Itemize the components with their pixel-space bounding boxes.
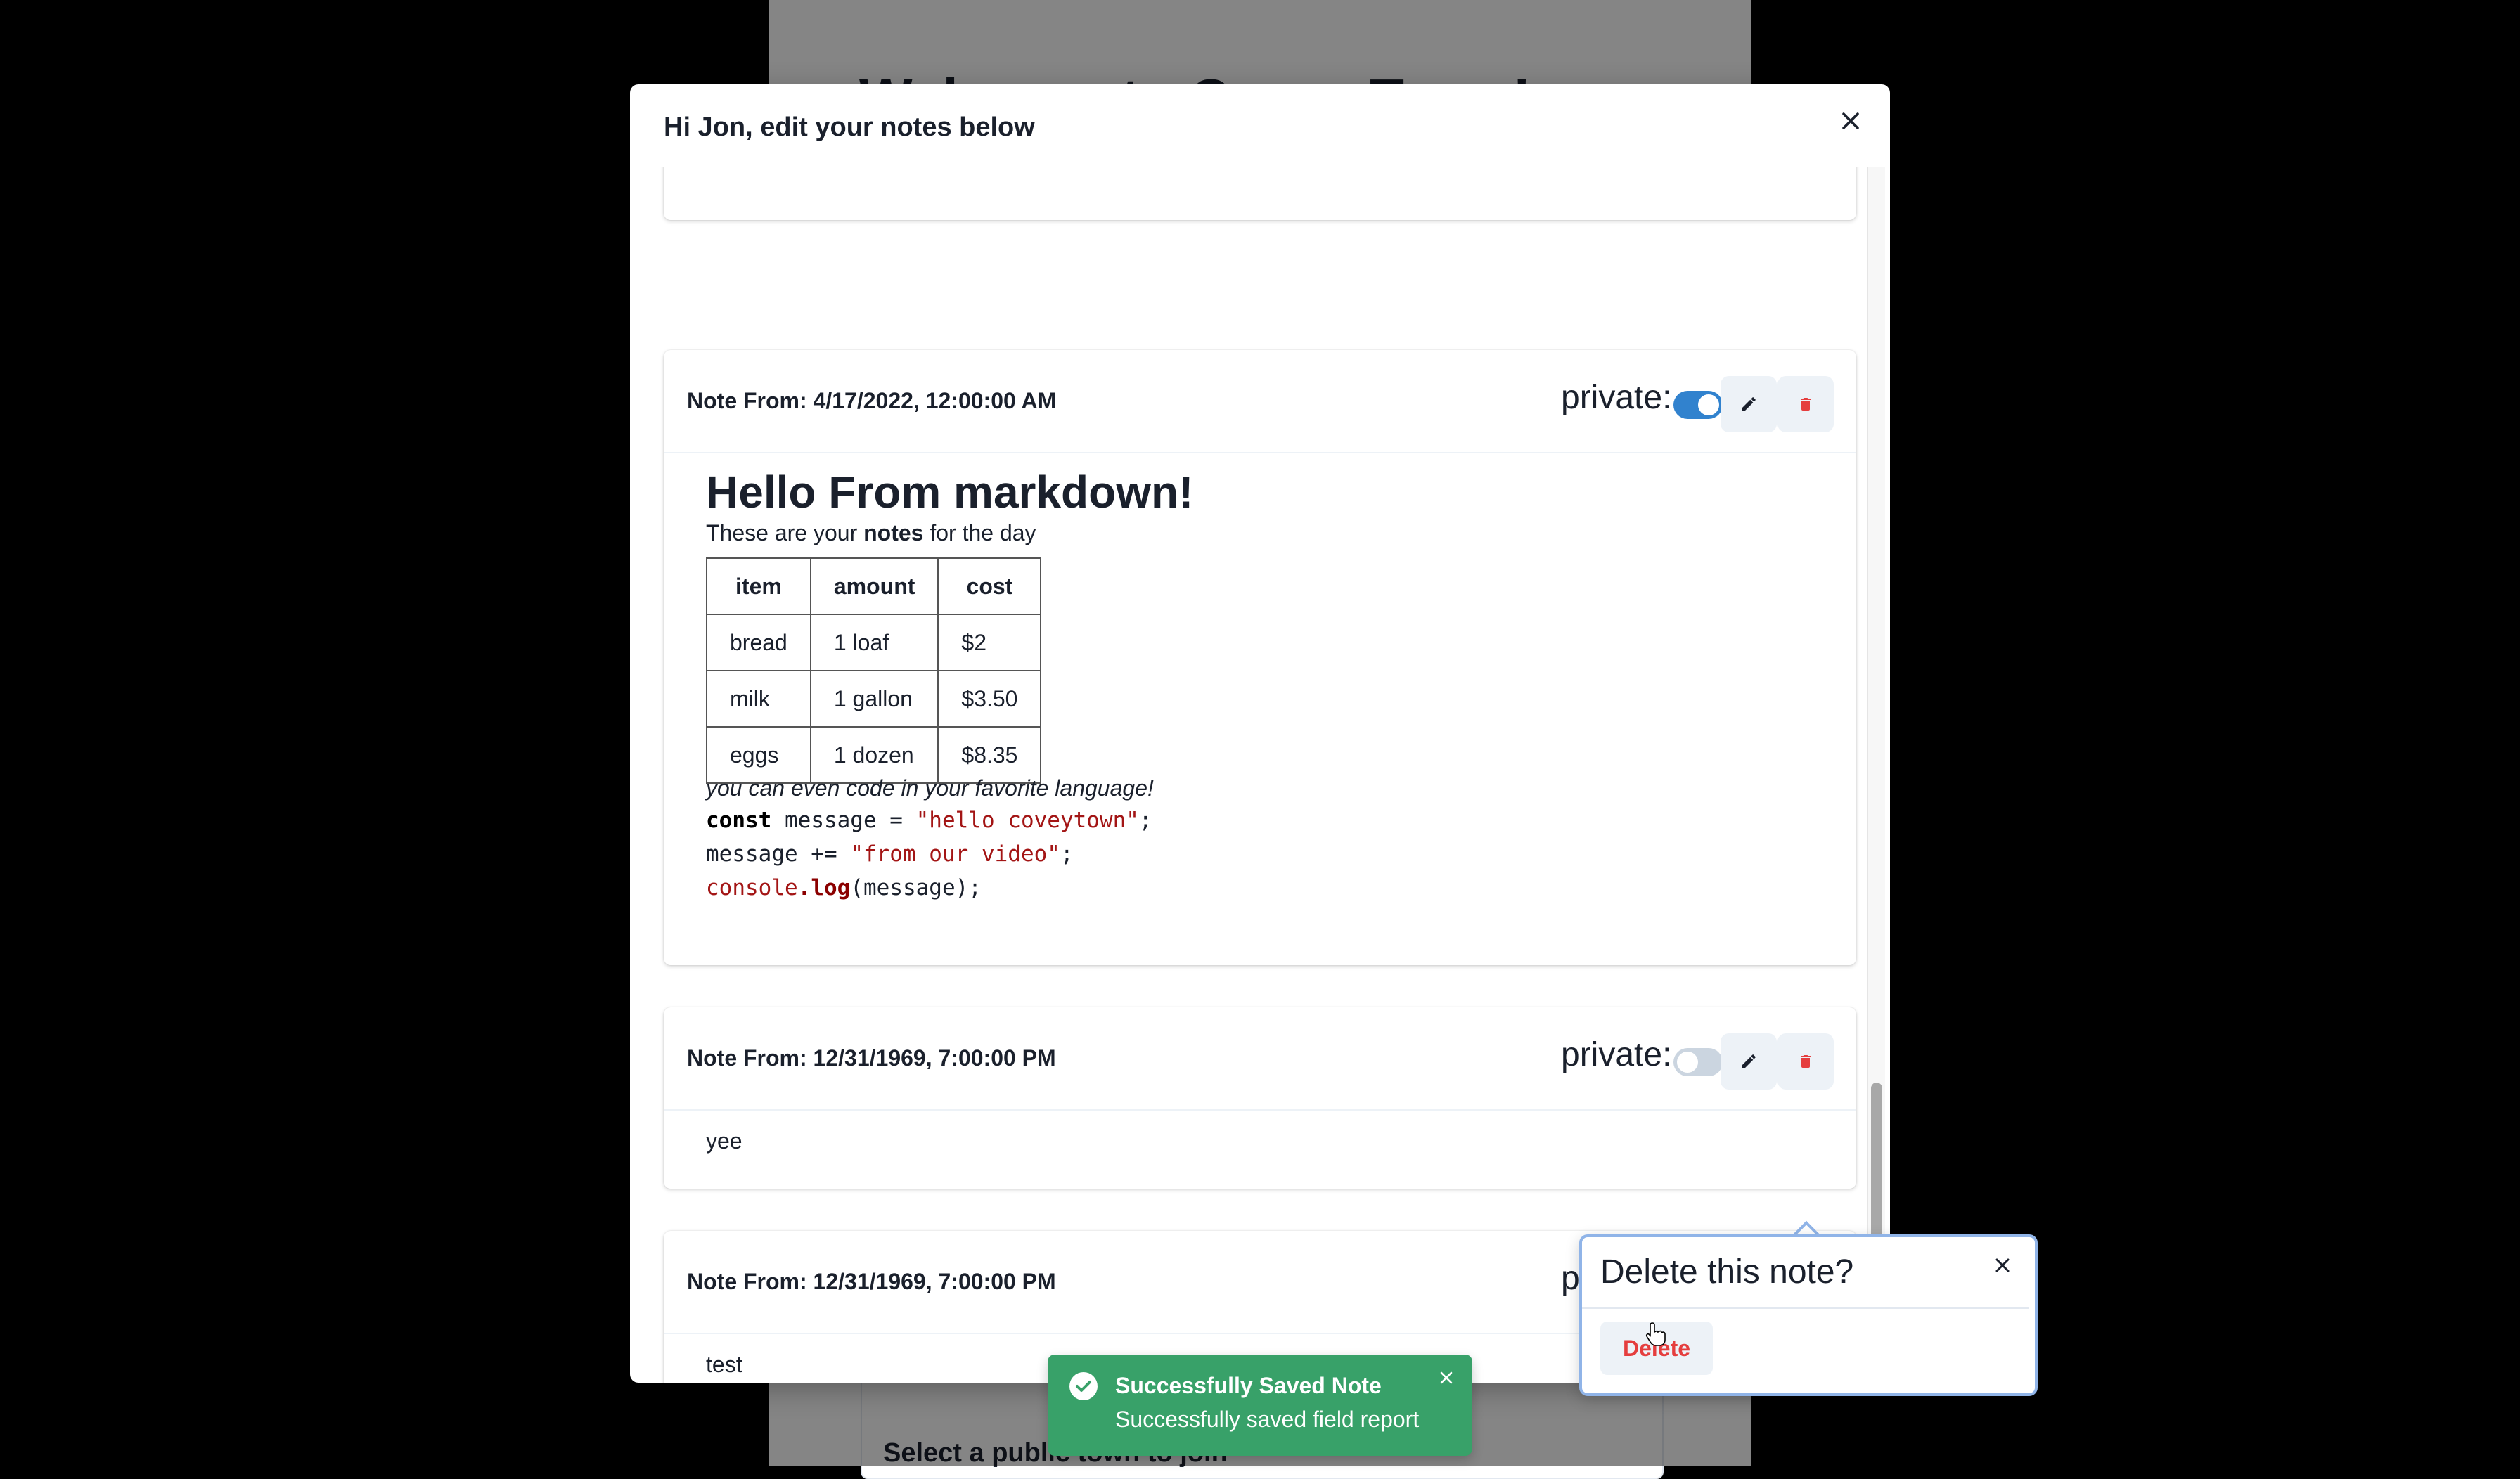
code-function: log [811,875,851,900]
code-text: ; [1138,808,1152,833]
table-header-row: item amount cost [706,557,1042,615]
delete-note-button[interactable] [1778,1033,1834,1090]
private-label: private: [1561,379,1672,416]
table-cell: eggs [706,726,811,784]
table-header-cell: amount [809,557,939,615]
table-header-cell: cost [937,557,1042,615]
success-toast: Successfully Saved Note Successfully sav… [1048,1355,1472,1456]
note-card: Note From: 4/17/2022, 12:00:00 AM privat… [664,350,1856,965]
popover-title: Delete this note? [1600,1253,1854,1291]
code-text: message += [706,841,851,867]
note-card-header: Note From: 12/31/1969, 7:00:00 PM privat… [664,1007,1856,1111]
trash-icon [1801,398,1811,411]
scrollbar[interactable] [1868,167,1885,1383]
table-cell: 1 dozen [809,726,939,784]
modal-title: Hi Jon, edit your notes below [664,112,1035,142]
table-cell: milk [706,670,811,728]
check-circle-icon [1069,1372,1098,1400]
table-cell: bread [706,614,811,671]
note-card-header: Note From: 4/17/2022, 12:00:00 AM privat… [664,350,1856,453]
popover-close-button[interactable] [1988,1251,2017,1279]
toggle-knob [1698,394,1719,415]
paragraph-text: These are your [706,520,864,545]
toast-close-button[interactable] [1434,1366,1458,1390]
pencil-icon [1742,397,1756,411]
note-card [664,167,1856,220]
code-string: "from our video" [850,841,1060,867]
code-text: (message); [850,875,982,900]
table-row: bread 1 loaf $2 [706,614,1042,671]
edit-note-button[interactable] [1721,1033,1777,1090]
note-text: test [706,1352,742,1377]
close-icon [1440,1371,1453,1384]
hand-cursor-icon [1645,1322,1666,1346]
toggle-knob [1677,1052,1698,1073]
table-header-cell: item [706,557,811,615]
private-toggle[interactable] [1673,391,1723,419]
paragraph-bold: notes [863,520,924,545]
close-icon [1995,1258,2010,1272]
markdown-table: item amount cost bread 1 loaf $2 milk 1 … [706,557,1042,784]
table-cell: $3.50 [937,670,1042,728]
note-text: yee [706,1128,742,1154]
edit-note-button[interactable] [1721,376,1777,432]
markdown-paragraph: These are your notes for the day [706,520,1036,546]
popover-divider [1582,1307,2029,1309]
table-cell: 1 loaf [809,614,939,671]
code-text: message = [771,808,916,833]
markdown-heading: Hello From markdown! [706,467,1194,517]
trash-icon [1801,1055,1811,1068]
code-text: . [797,875,811,900]
close-icon [1842,112,1859,129]
code-object: console [706,875,798,900]
pencil-icon [1742,1054,1756,1068]
paragraph-text: for the day [923,520,1036,545]
table-cell: 1 gallon [809,670,939,728]
note-title: Note From: 12/31/1969, 7:00:00 PM [687,1269,1056,1294]
notes-modal: Hi Jon, edit your notes below Note From:… [630,84,1890,1383]
modal-body[interactable]: Note From: 4/17/2022, 12:00:00 AM privat… [630,167,1890,1383]
note-title: Note From: 12/31/1969, 7:00:00 PM [687,1045,1056,1071]
private-toggle[interactable] [1673,1048,1723,1076]
table-cell: $2 [937,614,1042,671]
private-label: private: [1561,1036,1672,1073]
toast-title: Successfully Saved Note [1115,1373,1382,1398]
delete-confirm-popover: Delete this note? Delete [1579,1234,2038,1396]
note-title: Note From: 4/17/2022, 12:00:00 AM [687,388,1057,413]
markdown-code-block: const message = "hello coveytown"; messa… [706,803,1152,905]
toast-description: Successfully saved field report [1115,1407,1420,1432]
delete-note-button[interactable] [1778,376,1834,432]
modal-close-button[interactable] [1832,103,1869,139]
code-string: "hello coveytown" [915,808,1139,833]
code-text: ; [1060,841,1074,867]
table-row: milk 1 gallon $3.50 [706,670,1042,728]
table-cell: $8.35 [937,726,1042,784]
code-keyword: const [706,808,772,833]
table-row: eggs 1 dozen $8.35 [706,726,1042,784]
markdown-italic: you can even code in your favorite langu… [706,775,1154,801]
note-card: Note From: 12/31/1969, 7:00:00 PM privat… [664,1007,1856,1189]
